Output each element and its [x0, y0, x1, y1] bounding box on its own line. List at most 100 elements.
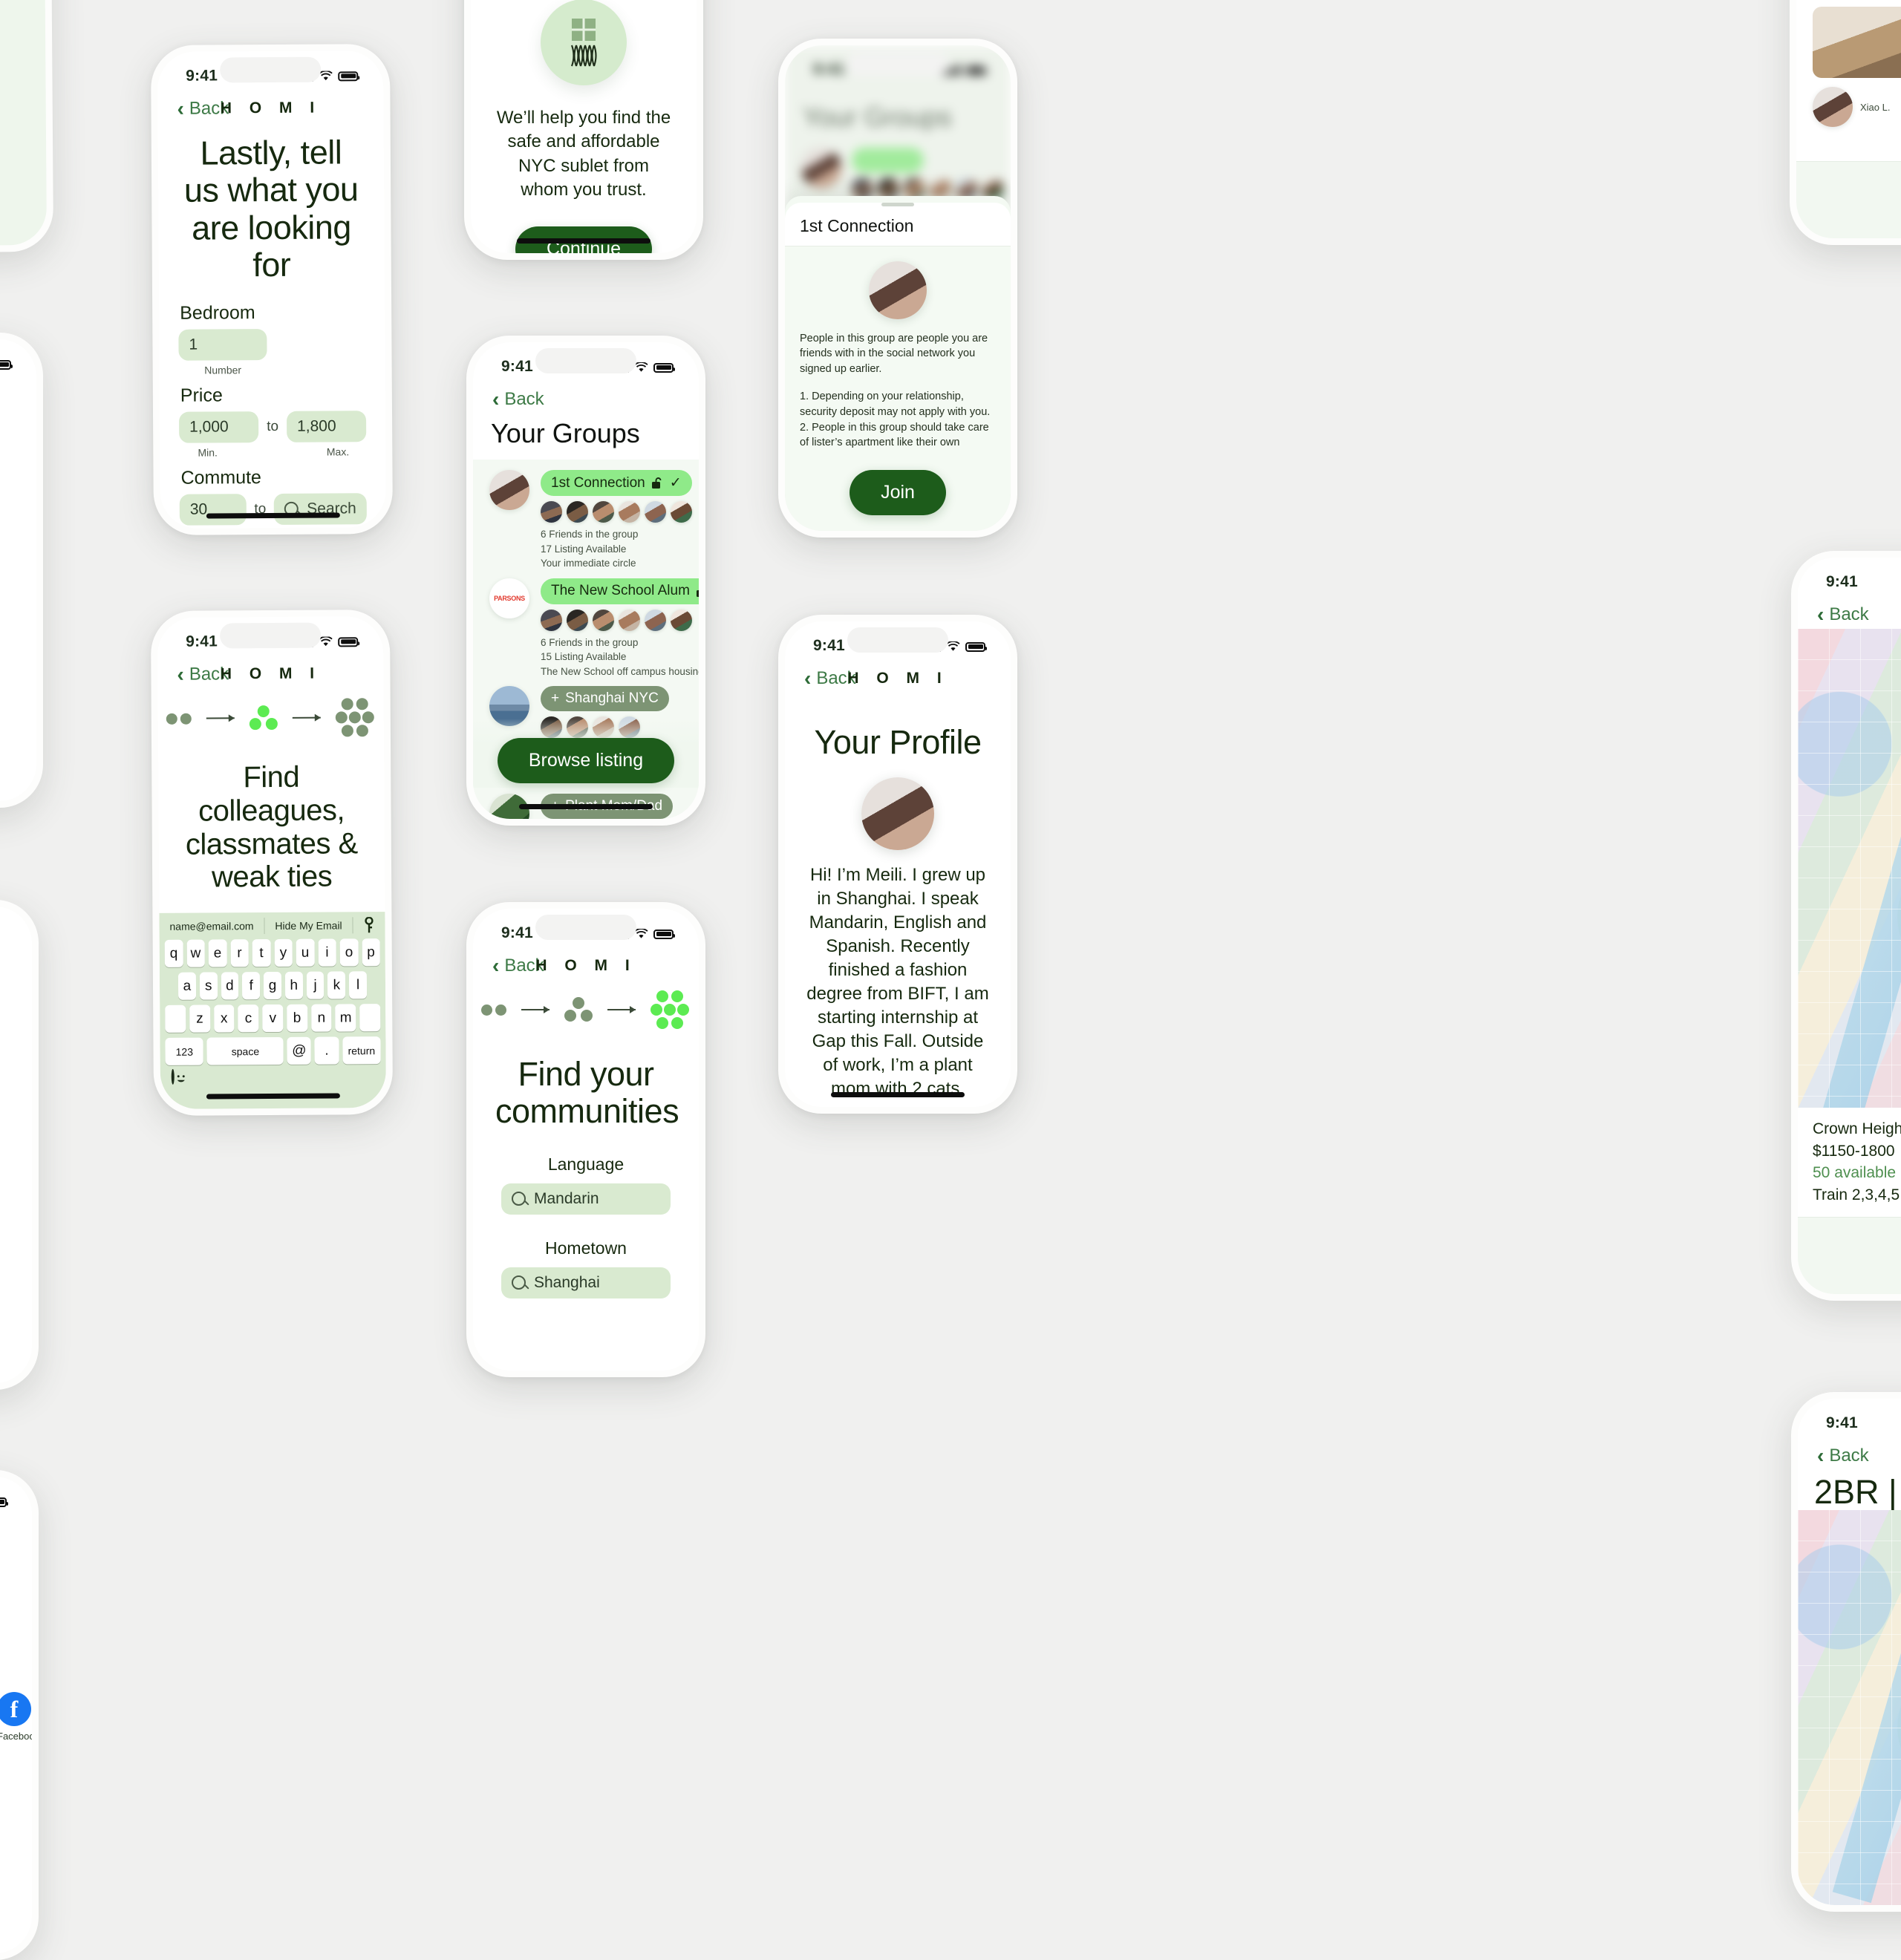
- emoji-icon[interactable]: [171, 1068, 185, 1085]
- language-input[interactable]: Mandarin: [501, 1183, 671, 1215]
- key-a[interactable]: a: [177, 972, 196, 1000]
- group-avatar: [489, 470, 529, 510]
- commute-minutes-input[interactable]: 30: [179, 493, 247, 526]
- profile-bio: Hi! I’m Meili. I grew up in Shanghai. I …: [806, 865, 989, 1099]
- notch: [220, 622, 322, 649]
- page-title: Lastly, tell us what you are looking for: [183, 133, 359, 284]
- neighborhood-card[interactable]: Crown Heigh $1150-1800 50 available Trai…: [1798, 1107, 1901, 1217]
- group-row-1st-connection[interactable]: 1st Connection ✓ 6 Friends in the group …: [473, 463, 699, 571]
- back-button[interactable]: ‹ Back: [492, 389, 544, 410]
- member-avatar: [541, 609, 562, 631]
- key-x[interactable]: x: [213, 1004, 235, 1033]
- status-time: 9:41: [813, 637, 845, 654]
- key-y[interactable]: y: [274, 938, 293, 967]
- status-time: 9:41: [501, 358, 533, 375]
- status-icons: [0, 359, 13, 370]
- key-t[interactable]: t: [252, 939, 271, 967]
- key-o[interactable]: o: [339, 938, 359, 967]
- inbox-bar[interactable]: Inbox: [1796, 161, 1901, 238]
- group-avatar: [869, 261, 927, 319]
- home-indicator: [519, 804, 653, 809]
- battery-icon: [0, 359, 13, 370]
- key-icon[interactable]: [363, 917, 374, 933]
- key-b[interactable]: b: [287, 1004, 308, 1032]
- group-row-new-school-alum[interactable]: PARSONS The New School Alum ✓: [473, 571, 699, 679]
- facebook-icon[interactable]: f: [0, 1692, 31, 1726]
- key-q[interactable]: q: [164, 939, 183, 967]
- wifi-icon: [634, 928, 648, 938]
- status-bar: .: [0, 1477, 32, 1515]
- key-l[interactable]: l: [349, 971, 368, 999]
- join-button[interactable]: Join: [850, 469, 946, 515]
- back-button[interactable]: ‹ Back: [1817, 604, 1869, 625]
- map-view[interactable]: [1798, 629, 1901, 1153]
- key-d[interactable]: d: [221, 972, 239, 1000]
- inbox-bar[interactable]: Inbox: [1798, 1217, 1901, 1294]
- group-detail-sheet: 1st Connection People in this group are …: [785, 195, 1011, 531]
- key-k[interactable]: k: [327, 971, 346, 999]
- key-w[interactable]: w: [186, 939, 205, 967]
- bedroom-input[interactable]: 1: [178, 328, 267, 361]
- map-view[interactable]: [1798, 1510, 1901, 1905]
- key-m[interactable]: m: [335, 1004, 356, 1032]
- group-friends: 6 Friends in the group: [541, 636, 639, 648]
- key-at[interactable]: @: [287, 1036, 312, 1065]
- price-min-input[interactable]: 1,000: [179, 411, 259, 443]
- key-z[interactable]: z: [189, 1004, 210, 1033]
- back-button[interactable]: ‹ Back: [1817, 1446, 1869, 1466]
- suggestion-hide-email[interactable]: Hide My Email: [275, 919, 342, 932]
- status-time: 9:41: [1826, 1414, 1858, 1431]
- nav-row: ‹ Back H O M I: [785, 660, 1011, 694]
- key-s[interactable]: s: [199, 972, 218, 1000]
- hometown-input[interactable]: Shanghai: [501, 1267, 671, 1298]
- key-space[interactable]: space: [206, 1036, 284, 1065]
- key-f[interactable]: f: [242, 972, 261, 1000]
- group-pill[interactable]: The New School Alum ✓: [541, 578, 699, 604]
- phone-email-step: 9:41 ‹ Back H O M I Find colleagues, cla…: [150, 610, 394, 1116]
- key-r[interactable]: r: [230, 939, 249, 967]
- group-name: The New School Alum: [551, 583, 690, 599]
- backdrop-title: Your Groups: [803, 102, 952, 132]
- price-max-input[interactable]: 1,800: [286, 410, 367, 442]
- group-friends: 6 Friends in the group: [541, 529, 639, 540]
- network-growth-illustration: [473, 981, 699, 1033]
- neighborhood-train: Train 2,3,4,5,: [1813, 1186, 1901, 1204]
- key-v[interactable]: v: [262, 1004, 284, 1033]
- chevron-left-icon: ‹: [1817, 603, 1825, 626]
- edge-phone-listing-top: Xiao L. 2B $1 Inbox: [1790, 0, 1901, 245]
- backspace-key[interactable]: [359, 1004, 381, 1032]
- edge-trust-line1: u are: [0, 0, 29, 23]
- checkmark-icon: ✓: [669, 475, 682, 491]
- shift-key[interactable]: [165, 1004, 186, 1033]
- key-i[interactable]: i: [318, 938, 336, 967]
- key-numbers[interactable]: 123: [165, 1037, 204, 1065]
- key-n[interactable]: n: [310, 1004, 332, 1032]
- key-u[interactable]: u: [296, 938, 315, 967]
- commute-location-input[interactable]: Search: [274, 492, 367, 525]
- commute-location-caption: Location: [310, 524, 367, 529]
- group-meta: 6 Friends in the group 17 Listing Availa…: [541, 527, 697, 571]
- key-g[interactable]: g: [264, 971, 282, 1000]
- key-p[interactable]: p: [362, 938, 380, 967]
- screen: . f Facebook: [0, 1477, 32, 1953]
- key-period[interactable]: .: [314, 1036, 339, 1065]
- key-c[interactable]: c: [238, 1004, 259, 1033]
- chevron-left-icon: ‹: [492, 954, 500, 977]
- key-return[interactable]: return: [342, 1036, 381, 1065]
- key-j[interactable]: j: [306, 971, 325, 999]
- lister-name: Xiao L.: [1860, 101, 1891, 113]
- key-h[interactable]: h: [284, 971, 303, 999]
- commute-minutes-value: 30: [189, 500, 208, 518]
- status-bar: 9:41: [473, 909, 699, 947]
- browse-listing-button[interactable]: Browse listing: [497, 738, 675, 783]
- edge-phone-left-mid: 9:41: [0, 333, 43, 808]
- suggestion-email[interactable]: name@email.com: [169, 920, 253, 932]
- member-avatar: [567, 609, 588, 631]
- group-pill[interactable]: 1st Connection ✓: [541, 470, 692, 496]
- group-pill[interactable]: + Shanghai NYC: [541, 686, 669, 712]
- home-indicator: [831, 1092, 965, 1097]
- group-row-plant-mom-dad[interactable]: + Plant Mom/Dad 6 Friends in the group 4…: [473, 786, 699, 819]
- member-avatar: [593, 501, 614, 523]
- wallpaper-canvas: u are you security e care 9:41: [0, 0, 1901, 1960]
- key-e[interactable]: e: [208, 939, 227, 967]
